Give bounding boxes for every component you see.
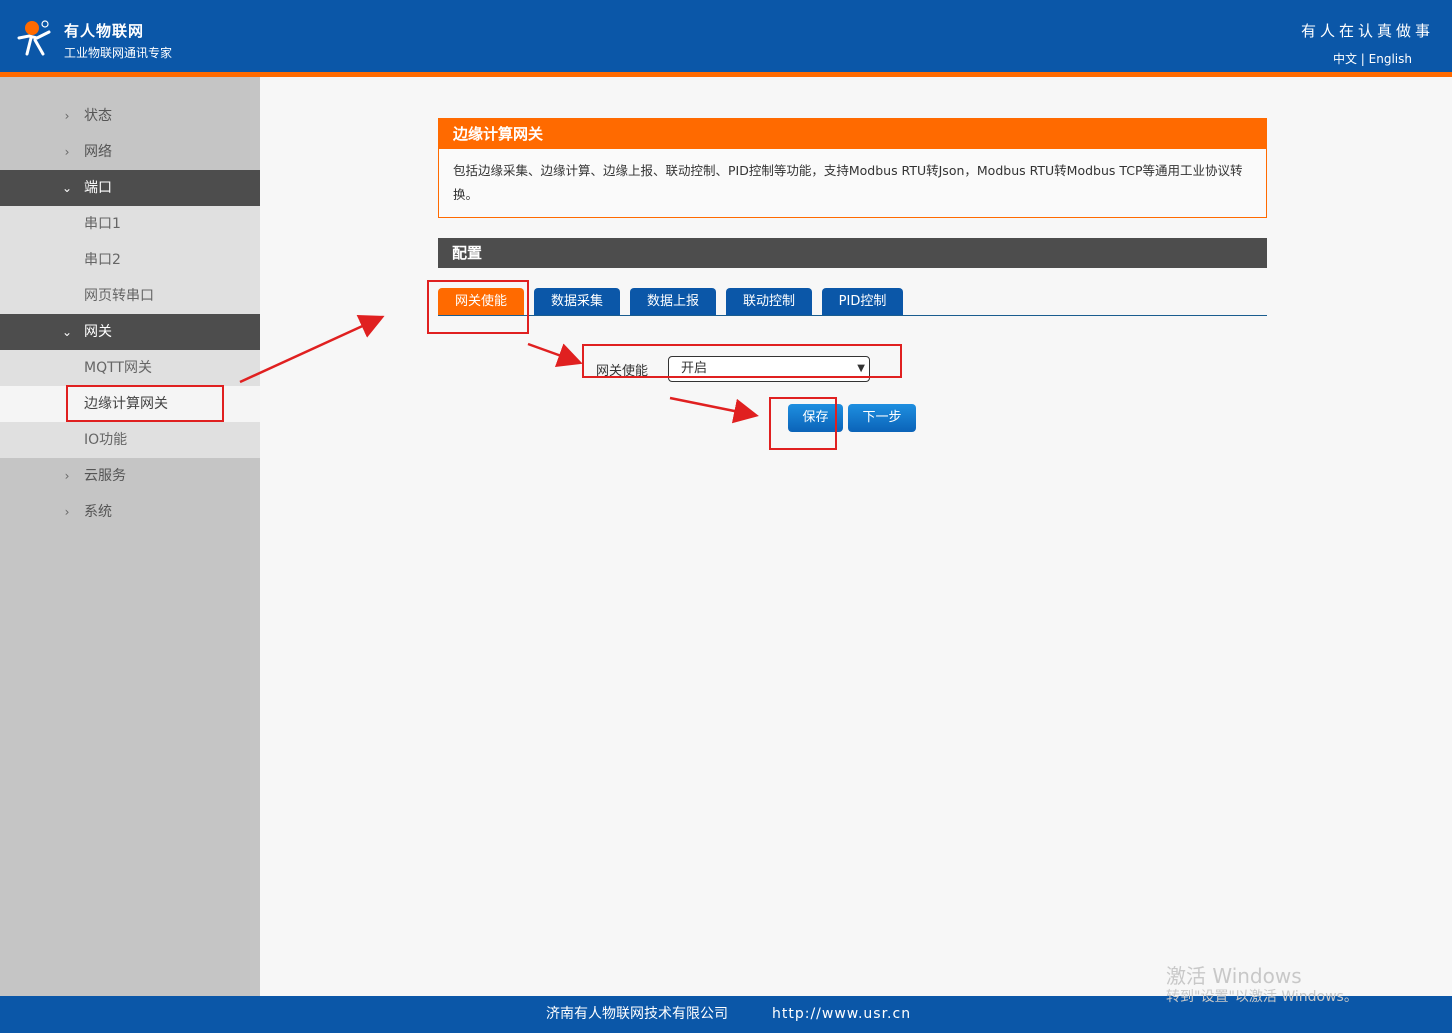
sidebar-item-label: IO功能: [84, 432, 128, 448]
chevron-right-icon: ›: [64, 469, 70, 483]
sidebar-item-io[interactable]: IO功能: [0, 422, 260, 458]
sidebar-item-label: MQTT网关: [84, 360, 152, 376]
lang-separator: |: [1360, 52, 1365, 66]
sidebar-item-serial2[interactable]: 串口2: [0, 242, 260, 278]
tab-data-collection[interactable]: 数据采集: [534, 288, 620, 315]
next-step-button[interactable]: 下一步: [848, 404, 916, 432]
footer-url[interactable]: http://www.usr.cn: [772, 996, 911, 1033]
top-header: 有人物联网 工业物联网通讯专家 有人在认真做事 中文 | English: [0, 0, 1452, 72]
sidebar-item-gateway[interactable]: ⌄ 网关: [0, 314, 260, 350]
sidebar-item-label: 网页转串口: [84, 288, 154, 304]
lang-en-link[interactable]: English: [1369, 52, 1412, 66]
intro-title: 边缘计算网关: [439, 119, 1266, 149]
sidebar-item-label: 状态: [84, 108, 112, 124]
sidebar-item-web-to-serial[interactable]: 网页转串口: [0, 278, 260, 314]
brand-name: 有人物联网: [64, 22, 145, 40]
sidebar-item-cloud[interactable]: › 云服务: [0, 458, 260, 494]
intro-panel: 边缘计算网关 包括边缘采集、边缘计算、边缘上报、联动控制、PID控制等功能，支持…: [438, 118, 1267, 218]
config-tabs: 网关使能 数据采集 数据上报 联动控制 PID控制: [438, 288, 1267, 316]
annotation-box-tab: [427, 280, 529, 334]
footer-company: 济南有人物联网技术有限公司: [546, 1006, 728, 1022]
usr-person-logo-icon: [17, 20, 51, 56]
brand-tagline: 工业物联网通讯专家: [64, 46, 173, 60]
activation-watermark-hint: 转到"设置"以激活 Windows。: [1166, 989, 1358, 1005]
sidebar-item-label: 网关: [84, 324, 112, 340]
slogan: 有人在认真做事: [1300, 22, 1434, 40]
arrow-to-tab: [239, 314, 385, 384]
sidebar-item-mqtt-gateway[interactable]: MQTT网关: [0, 350, 260, 386]
sidebar-item-label: 端口: [84, 180, 112, 196]
annotation-box-sidebar: [66, 385, 224, 422]
sidebar-item-label: 系统: [84, 504, 112, 520]
sidebar-item-label: 串口2: [84, 252, 121, 268]
language-switcher: 中文 | English: [1333, 50, 1412, 67]
sidebar-item-system[interactable]: › 系统: [0, 494, 260, 530]
arrow-to-save: [669, 396, 759, 424]
config-title: 配置: [438, 238, 1267, 268]
tab-pid-control[interactable]: PID控制: [822, 288, 903, 315]
intro-description: 包括边缘采集、边缘计算、边缘上报、联动控制、PID控制等功能，支持Modbus …: [453, 163, 1243, 202]
annotation-box-save: [769, 397, 837, 450]
chevron-down-icon: ⌄: [61, 325, 73, 339]
annotation-box-select: [582, 344, 902, 378]
chevron-right-icon: ›: [64, 109, 70, 123]
sidebar-item-label: 串口1: [84, 216, 121, 232]
chevron-down-icon: ⌄: [61, 181, 73, 195]
sidebar-item-network[interactable]: › 网络: [0, 134, 260, 170]
sidebar-item-status[interactable]: › 状态: [0, 98, 260, 134]
sidebar-item-serial1[interactable]: 串口1: [0, 206, 260, 242]
lang-zh-link[interactable]: 中文: [1333, 52, 1357, 66]
sidebar-item-port[interactable]: ⌄ 端口: [0, 170, 260, 206]
arrow-to-select: [527, 342, 583, 367]
chevron-right-icon: ›: [64, 145, 70, 159]
chevron-right-icon: ›: [64, 505, 70, 519]
sidebar: › 状态 › 网络 ⌄ 端口 串口1 串口2 网页转串口 ⌄ 网关 MQTT网关…: [0, 77, 260, 996]
tab-data-report[interactable]: 数据上报: [630, 288, 716, 315]
activation-watermark-title: 激活 Windows: [1166, 964, 1302, 988]
sidebar-item-label: 网络: [84, 144, 112, 160]
tab-linkage-control[interactable]: 联动控制: [726, 288, 812, 315]
sidebar-item-label: 云服务: [84, 468, 126, 484]
